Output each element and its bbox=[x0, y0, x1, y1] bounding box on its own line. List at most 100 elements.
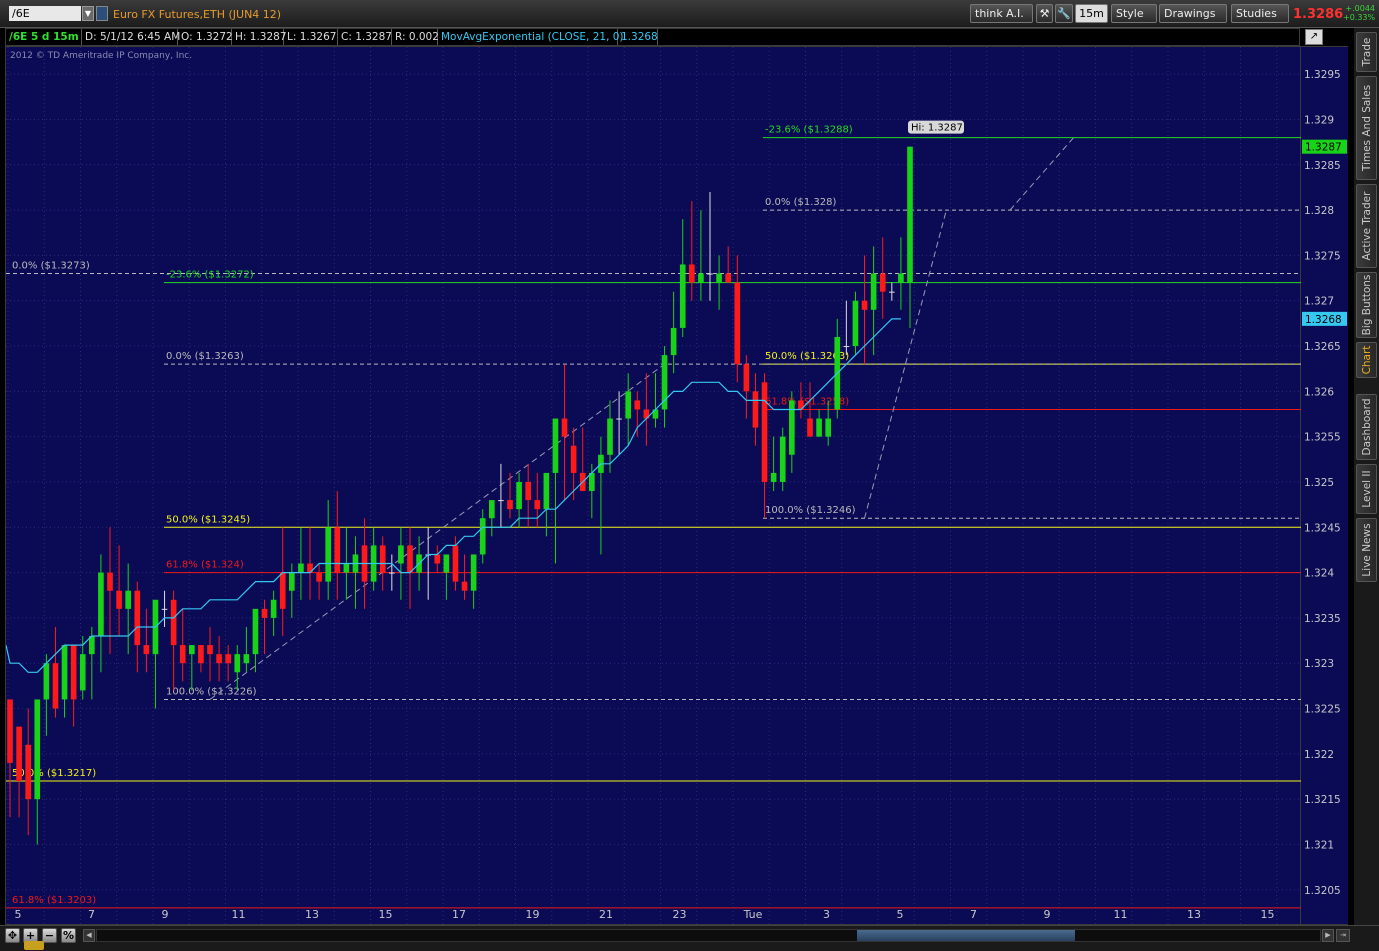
y-tick-label: 1.321 bbox=[1304, 839, 1334, 851]
style-button[interactable]: Style bbox=[1111, 4, 1157, 23]
pan-icon[interactable]: ✥ bbox=[5, 928, 20, 943]
tools-icon[interactable]: ⚒ bbox=[1036, 4, 1053, 23]
candle-body bbox=[634, 400, 641, 410]
candle-body bbox=[316, 572, 322, 582]
candle-body bbox=[334, 527, 341, 573]
symbol-input[interactable]: /6E bbox=[9, 6, 81, 21]
candle-body bbox=[443, 554, 450, 573]
candle-body bbox=[498, 500, 504, 502]
candle-body bbox=[561, 418, 568, 437]
fib-trendline bbox=[1009, 137, 1075, 211]
candle-body bbox=[707, 273, 713, 275]
horizontal-scrollbar[interactable] bbox=[96, 929, 1321, 942]
candle-body bbox=[261, 608, 268, 618]
zoom-out-icon[interactable]: − bbox=[42, 928, 57, 943]
y-tick-label: 1.329 bbox=[1304, 114, 1334, 126]
candle-body bbox=[270, 599, 277, 618]
candle-body bbox=[198, 645, 204, 664]
x-tick-label: 13 bbox=[305, 908, 319, 921]
candle-body bbox=[7, 699, 13, 763]
tab-big-buttons[interactable]: Big Buttons bbox=[1356, 272, 1377, 338]
candle-body bbox=[79, 654, 86, 691]
candle-body bbox=[725, 273, 731, 283]
percent-icon[interactable]: % bbox=[61, 928, 76, 943]
candle-body bbox=[689, 264, 695, 283]
x-tick-label: 9 bbox=[1044, 908, 1051, 921]
candle-body bbox=[189, 645, 195, 655]
candle-body bbox=[252, 608, 259, 655]
x-tick-label: 3 bbox=[823, 908, 830, 921]
candle-body bbox=[398, 545, 404, 564]
candle-body bbox=[861, 300, 868, 310]
candle-body bbox=[907, 146, 913, 283]
think-ai-label: think A.I. bbox=[975, 7, 1024, 20]
y-tick-label: 1.326 bbox=[1304, 386, 1334, 398]
net-change-abs: +.0044 bbox=[1345, 4, 1375, 13]
studies-button[interactable]: Studies bbox=[1231, 4, 1289, 23]
candle-body bbox=[534, 500, 541, 510]
chart-expand-icon[interactable]: ↗ bbox=[1305, 29, 1323, 45]
scroll-left-icon[interactable]: ◀ bbox=[83, 929, 95, 942]
y-tick-label: 1.324 bbox=[1304, 568, 1334, 580]
fib-level-label: 100.0% ($1.3246) bbox=[765, 505, 856, 516]
candle-body bbox=[843, 346, 850, 348]
candle-body bbox=[670, 327, 677, 356]
candle-body bbox=[479, 518, 486, 555]
y-tick-label: 1.327 bbox=[1304, 296, 1334, 308]
y-tick-label: 1.323 bbox=[1304, 658, 1334, 670]
symbol-dropdown-icon[interactable]: ▼ bbox=[82, 6, 94, 21]
think-ai-button[interactable]: think A.I. bbox=[970, 4, 1033, 23]
drawings-button[interactable]: Drawings bbox=[1159, 4, 1227, 23]
x-tick-label: 23 bbox=[673, 908, 687, 921]
header-study-value: 1.3268 bbox=[618, 29, 658, 45]
header-study[interactable]: MovAvgExponential (CLOSE, 21, 0) bbox=[438, 29, 624, 45]
candle-body bbox=[679, 264, 686, 328]
y-tick-label: 1.3215 bbox=[1304, 794, 1341, 806]
tab-chart[interactable]: Chart bbox=[1356, 342, 1377, 378]
price-tag-label: 1.3287 bbox=[1305, 142, 1342, 154]
tab-live-news[interactable]: Live News bbox=[1356, 518, 1377, 582]
chart-area[interactable]: -23.6% ($1.3288) 0.0% ($1.328) 50.0% ($1.3… bbox=[5, 46, 1302, 926]
side-tab-bar: Trade Times And Sales Active Trader Big … bbox=[1354, 28, 1379, 950]
candle-body bbox=[516, 481, 522, 510]
scroll-right-icon[interactable]: ▶ bbox=[1322, 929, 1334, 942]
tab-active-trader[interactable]: Active Trader bbox=[1356, 184, 1377, 268]
scroll-end-icon[interactable]: ⇥ bbox=[1336, 929, 1350, 942]
candle-body bbox=[25, 744, 31, 800]
candle-body bbox=[43, 663, 50, 700]
x-tick-label: 11 bbox=[1114, 908, 1128, 921]
x-tick-label: 15 bbox=[1261, 908, 1275, 921]
x-tick-label: 17 bbox=[452, 908, 466, 921]
chart-symbol-period[interactable]: /6E 5 d 15m bbox=[6, 29, 82, 45]
candle-body bbox=[552, 418, 559, 473]
header-range: R: 0.002 bbox=[392, 29, 439, 45]
candle-body bbox=[161, 608, 168, 610]
candle-body bbox=[243, 654, 250, 664]
candle-body bbox=[734, 282, 741, 365]
candle-body bbox=[898, 273, 904, 283]
wrench-icon[interactable]: 🔧 bbox=[1055, 4, 1073, 23]
candle-body bbox=[298, 563, 304, 573]
link-icon[interactable] bbox=[96, 6, 108, 21]
expand-up-icon[interactable] bbox=[24, 941, 44, 950]
tab-trade[interactable]: Trade bbox=[1356, 32, 1377, 72]
tab-dashboard[interactable]: Dashboard bbox=[1356, 394, 1377, 460]
candle-body bbox=[879, 273, 886, 292]
candle-body bbox=[70, 645, 77, 700]
price-chart[interactable]: -23.6% ($1.3288)0.0% ($1.328)50.0% ($1.3… bbox=[6, 47, 1302, 926]
candle-body bbox=[525, 481, 531, 501]
tab-times-and-sales[interactable]: Times And Sales bbox=[1356, 76, 1377, 180]
period-button[interactable]: 15m bbox=[1075, 4, 1108, 23]
candle-body bbox=[379, 545, 386, 573]
price-axis[interactable]: 1.3295 1.329 1.3285 1.328 1.3275 1.327 1.3265 1… bbox=[1301, 46, 1348, 925]
candle-body bbox=[107, 572, 113, 591]
candle-body bbox=[234, 654, 241, 673]
y-tick-label: 1.3245 bbox=[1304, 522, 1341, 534]
scroll-thumb[interactable] bbox=[857, 930, 1075, 941]
candle-body bbox=[743, 364, 750, 392]
candle-body bbox=[125, 590, 131, 609]
x-tick-label: 5 bbox=[15, 908, 22, 921]
candle-body bbox=[52, 663, 59, 709]
tab-level-ii[interactable]: Level II bbox=[1356, 464, 1377, 514]
candle-body bbox=[625, 391, 631, 419]
